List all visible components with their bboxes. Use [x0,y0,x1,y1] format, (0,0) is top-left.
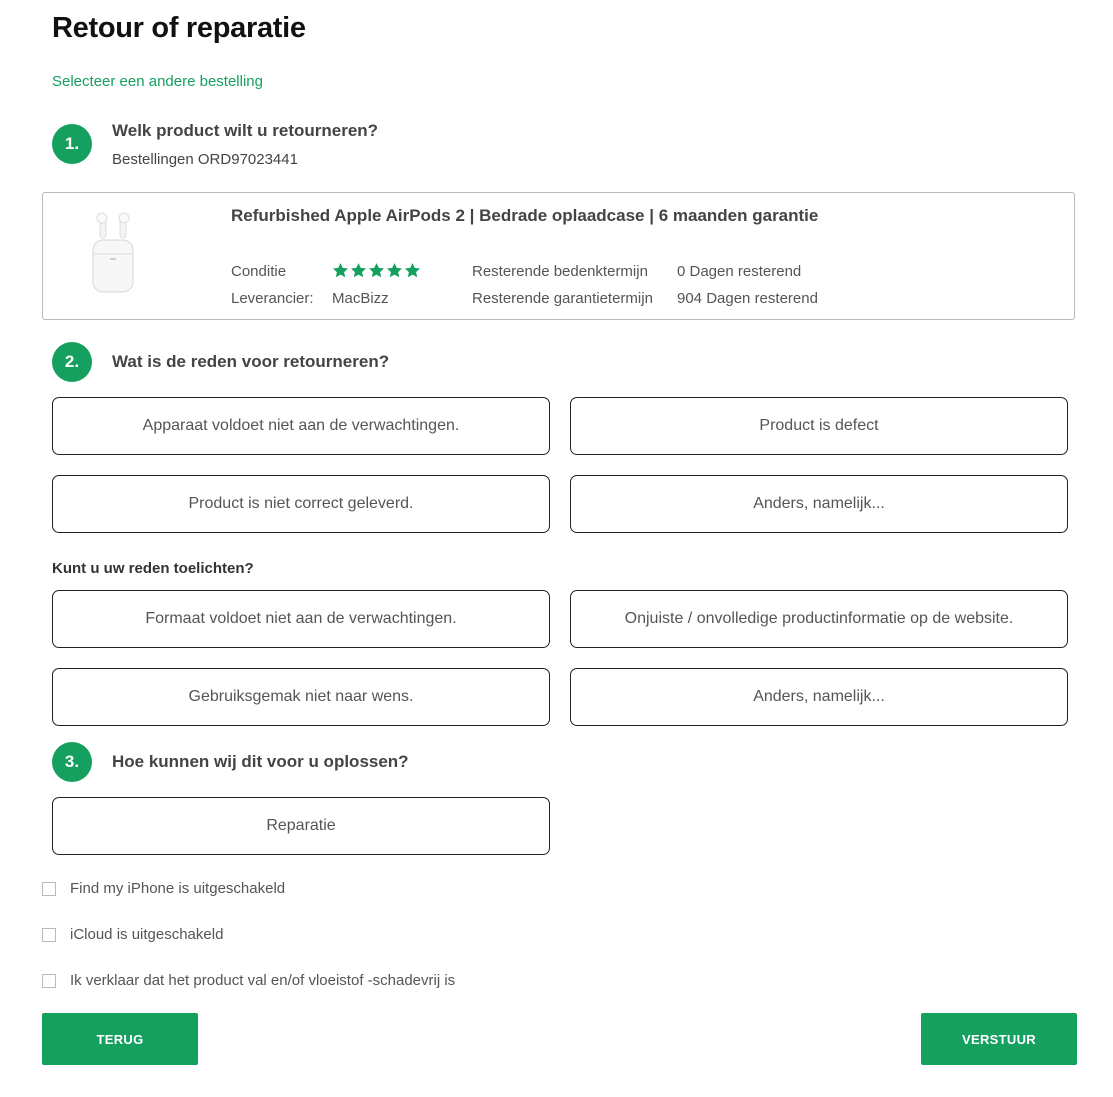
warranty-period-value: 904 Dagen resterend [677,290,818,307]
explain-option[interactable]: Gebruiksgemak niet naar wens. [52,668,550,726]
reason-option[interactable]: Product is defect [570,397,1068,455]
checkbox-row[interactable]: Find my iPhone is uitgeschakeld [42,880,285,897]
explain-reason-title: Kunt u uw reden toelichten? [52,560,254,577]
warranty-period-label: Resterende garantietermijn [472,290,653,307]
airpods-image [88,210,138,296]
step-1-badge: 1. [52,124,92,164]
checkbox[interactable] [42,927,56,942]
explain-option[interactable]: Formaat voldoet niet aan de verwachtinge… [52,590,550,648]
star-icon [332,263,349,278]
reason-option[interactable]: Apparaat voldoet niet aan de verwachting… [52,397,550,455]
checkbox-label: Find my iPhone is uitgeschakeld [70,880,286,897]
checkbox[interactable] [42,881,56,896]
submit-button[interactable]: VERSTUUR [921,1013,1077,1065]
supplier-value: MacBizz [332,290,389,307]
star-icon [350,263,367,278]
step-3-title: Hoe kunnen wij dit voor u oplossen? [112,752,409,771]
reason-option[interactable]: Product is niet correct geleverd. [52,475,550,533]
explain-option[interactable]: Anders, namelijk... [570,668,1068,726]
condition-label: Conditie [231,263,287,280]
solution-option-repair[interactable]: Reparatie [52,797,550,855]
checkbox-label: Ik verklaar dat het product val en/of vl… [70,972,456,989]
reflection-period-label: Resterende bedenktermijn [472,263,648,280]
checkbox[interactable] [42,973,56,988]
supplier-label: Leverancier: [231,290,314,307]
product-title: Refurbished Apple AirPods 2 | Bedrade op… [231,206,819,225]
checkbox-row[interactable]: iCloud is uitgeschakeld [42,926,223,943]
step-3-badge: 3. [52,742,92,782]
select-other-order-link[interactable]: Selecteer een andere bestelling [52,73,263,90]
back-button[interactable]: TERUG [42,1013,198,1065]
explain-option[interactable]: Onjuiste / onvolledige productinformatie… [570,590,1068,648]
checkbox-label: iCloud is uitgeschakeld [70,926,224,943]
condition-rating [332,262,421,279]
checkbox-row[interactable]: Ik verklaar dat het product val en/of vl… [42,972,455,989]
star-icon [386,263,403,278]
step-2-badge: 2. [52,342,92,382]
reflection-period-value: 0 Dagen resterend [677,263,802,280]
order-number: Bestellingen ORD97023441 [112,151,298,168]
star-icon [368,263,385,278]
star-icon [404,263,421,278]
reason-option[interactable]: Anders, namelijk... [570,475,1068,533]
step-2-title: Wat is de reden voor retourneren? [112,352,390,371]
step-1-title: Welk product wilt u retourneren? [112,121,379,140]
page-title: Retour of reparatie [52,12,306,44]
